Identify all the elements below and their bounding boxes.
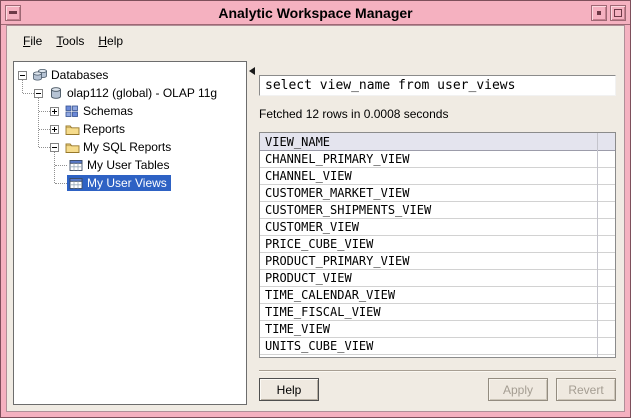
results-table: VIEW_NAME CHANNEL_PRIMARY_VIEW CHANNEL_V… [259,132,616,358]
column-header-view-name[interactable]: VIEW_NAME [260,133,615,151]
titlebar[interactable]: Analytic Workspace Manager [1,1,630,25]
table-row[interactable]: CHANNEL_PRIMARY_VIEW [260,151,615,168]
maximize-button[interactable] [610,5,626,21]
window-menu-button[interactable] [5,5,21,21]
tree-item-reports[interactable]: Reports [14,120,246,138]
tree-item-label: Schemas [83,104,133,118]
menubar: File Tools Help [7,26,624,55]
collapse-toggle-icon[interactable] [18,71,27,80]
minimize-icon [597,11,601,15]
tree-item-label: My User Tables [87,158,169,172]
database-icon [48,86,64,100]
tree-item-my-user-views[interactable]: My User Views [14,174,246,192]
table-row[interactable]: TIME_CALENDAR_VIEW [260,287,615,304]
window-menu-icon [9,11,17,14]
fetch-status-label: Fetched 12 rows in 0.0008 seconds [259,107,616,121]
tree-item-databases[interactable]: Databases [14,66,246,84]
minimize-button[interactable] [591,5,607,21]
revert-button[interactable]: Revert [556,378,616,401]
folder-icon [64,122,80,136]
tree-item-olap112[interactable]: olap112 (global) - OLAP 11g [14,84,246,102]
button-bar: Help Apply Revert [259,372,616,405]
expand-toggle-icon[interactable] [50,107,59,116]
apply-button[interactable]: Apply [488,378,548,401]
tree-item-label: My SQL Reports [83,140,171,154]
table-row[interactable]: PRODUCT_VIEW [260,270,615,287]
table-row[interactable]: PRODUCT_PRIMARY_VIEW [260,253,615,270]
help-button[interactable]: Help [259,378,319,401]
tree-item-label: Reports [83,122,125,136]
table-row[interactable]: PRICE_CUBE_VIEW [260,236,615,253]
folder-icon [64,140,80,154]
table-icon [68,176,84,190]
tree-item-schemas[interactable]: Schemas [14,102,246,120]
tree-item-my-sql-reports[interactable]: My SQL Reports [14,138,246,156]
table-row[interactable]: CUSTOMER_VIEW [260,219,615,236]
menu-tools[interactable]: Tools [49,31,91,51]
schemas-icon [64,104,80,118]
tree-item-my-user-tables[interactable]: My User Tables [14,156,246,174]
sql-query-input[interactable] [259,75,616,96]
main-area: Databases olap112 (global) - OLAP 11g [7,55,624,411]
table-row[interactable]: CUSTOMER_MARKET_VIEW [260,185,615,202]
window-title: Analytic Workspace Manager [1,5,630,21]
table-row[interactable]: TIME_VIEW [260,321,615,338]
column-divider [597,133,598,357]
maximize-icon [614,9,622,17]
tree-item-label: olap112 (global) - OLAP 11g [67,86,217,100]
table-row[interactable]: TIME_FISCAL_VIEW [260,304,615,321]
menu-help[interactable]: Help [91,31,130,51]
expand-toggle-icon[interactable] [50,125,59,134]
table-row[interactable]: CUSTOMER_SHIPMENTS_VIEW [260,202,615,219]
tree-item-label: Databases [51,68,108,82]
window: Analytic Workspace Manager File Tools He… [0,0,631,418]
databases-icon [32,68,48,82]
database-tree: Databases olap112 (global) - OLAP 11g [13,61,247,405]
collapse-toggle-icon[interactable] [50,143,59,152]
splitter[interactable] [247,61,259,405]
table-row[interactable]: CHANNEL_VIEW [260,168,615,185]
splitter-collapse-icon[interactable] [249,67,255,75]
table-icon [68,158,84,172]
client-area: File Tools Help [6,25,625,412]
collapse-toggle-icon[interactable] [34,89,43,98]
menu-file[interactable]: File [16,31,49,51]
tree-item-label: My User Views [87,176,167,190]
sql-report-panel: Fetched 12 rows in 0.0008 seconds VIEW_N… [259,61,618,405]
table-row[interactable]: UNITS_CUBE_VIEW [260,338,615,355]
